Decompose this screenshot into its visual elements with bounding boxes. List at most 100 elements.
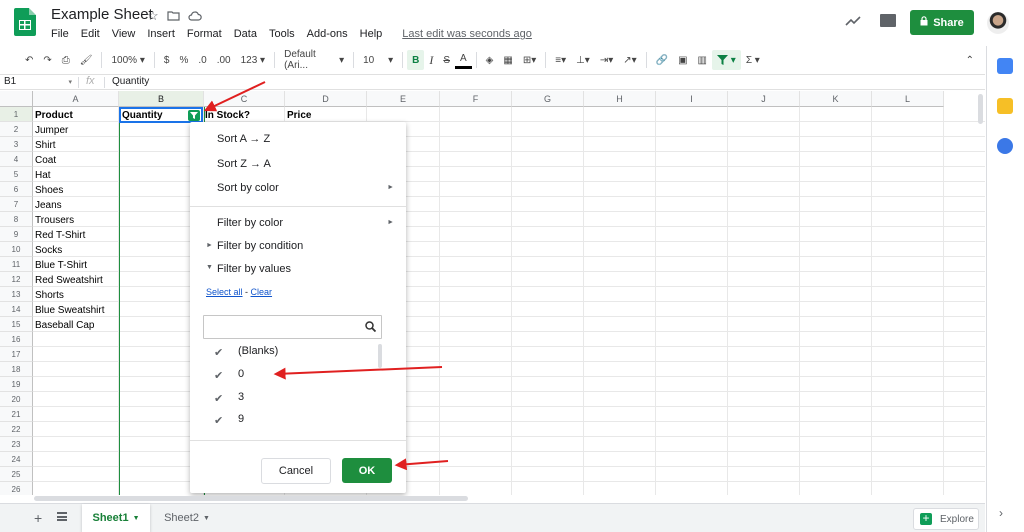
row-header-8[interactable]: 8 xyxy=(0,212,33,227)
cell-a7[interactable]: Jeans xyxy=(33,198,62,213)
menu-help[interactable]: Help xyxy=(360,28,383,40)
row-header-19[interactable]: 19 xyxy=(0,377,33,392)
column-header-f[interactable]: F xyxy=(440,91,512,107)
move-folder-icon[interactable] xyxy=(167,9,180,24)
menu-format[interactable]: Format xyxy=(187,28,222,40)
cell-a8[interactable]: Trousers xyxy=(33,213,74,228)
avatar[interactable] xyxy=(987,12,1009,34)
column-header-l[interactable]: L xyxy=(872,91,944,107)
filter-by-values-item[interactable]: Filter by values xyxy=(217,260,291,278)
text-color-button[interactable]: A xyxy=(455,51,472,69)
tab-sheet2[interactable]: Sheet2 ▼ xyxy=(158,504,216,532)
last-edit-link[interactable]: Last edit was seconds ago xyxy=(402,28,532,40)
row-header-18[interactable]: 18 xyxy=(0,362,33,377)
row-header-16[interactable]: 16 xyxy=(0,332,33,347)
menu-insert[interactable]: Insert xyxy=(147,28,175,40)
vertical-scrollbar[interactable] xyxy=(978,94,983,124)
ok-button[interactable]: OK xyxy=(342,458,392,483)
menu-data[interactable]: Data xyxy=(234,28,257,40)
cell-a2[interactable]: Jumper xyxy=(33,123,68,138)
name-box[interactable]: B1 ▾ xyxy=(4,76,72,87)
row-header-10[interactable]: 10 xyxy=(0,242,33,257)
collapse-toolbar-icon[interactable]: ⌃ xyxy=(961,50,979,70)
document-title[interactable]: Example Sheet xyxy=(51,6,153,23)
increase-decimal-button[interactable]: .00 xyxy=(212,50,236,70)
column-header-b[interactable]: B xyxy=(119,91,204,107)
cell-a5[interactable]: Hat xyxy=(33,168,51,183)
row-header-26[interactable]: 26 xyxy=(0,482,33,495)
cell-a12[interactable]: Red Sweatshirt xyxy=(33,273,103,288)
print-icon[interactable]: ⎙ xyxy=(57,50,75,70)
menu-view[interactable]: View xyxy=(112,28,136,40)
row-header-23[interactable]: 23 xyxy=(0,437,33,452)
column-header-e[interactable]: E xyxy=(367,91,440,107)
sort-by-color-item[interactable]: Sort by color xyxy=(217,179,397,197)
horizontal-scrollbar[interactable] xyxy=(34,496,468,501)
merge-cells-icon[interactable]: ⊞▾ xyxy=(518,50,541,70)
calendar-icon[interactable] xyxy=(997,58,1013,74)
currency-format-button[interactable]: $ xyxy=(159,50,175,70)
cloud-saved-icon[interactable] xyxy=(188,9,202,24)
text-rotation-icon[interactable]: ↗▾ xyxy=(618,50,641,70)
functions-select[interactable]: Σ ▾ xyxy=(741,50,765,70)
tasks-icon[interactable] xyxy=(997,138,1013,154)
strikethrough-button[interactable]: S xyxy=(438,50,455,70)
row-header-5[interactable]: 5 xyxy=(0,167,33,182)
row-header-9[interactable]: 9 xyxy=(0,227,33,242)
row-header-21[interactable]: 21 xyxy=(0,407,33,422)
cancel-button[interactable]: Cancel xyxy=(261,458,331,484)
column-header-g[interactable]: G xyxy=(512,91,584,107)
filter-by-color-item[interactable]: Filter by color xyxy=(217,214,283,232)
italic-button[interactable]: I xyxy=(424,50,438,70)
filter-icon[interactable]: ▾ xyxy=(712,50,741,70)
font-size-select[interactable]: 10 ▾ xyxy=(358,50,398,70)
row-header-13[interactable]: 13 xyxy=(0,287,33,302)
all-sheets-icon[interactable] xyxy=(57,512,67,521)
bold-button[interactable]: B xyxy=(407,50,425,70)
row-header-22[interactable]: 22 xyxy=(0,422,33,437)
row-header-4[interactable]: 4 xyxy=(0,152,33,167)
row-header-3[interactable]: 3 xyxy=(0,137,33,152)
comment-history-icon[interactable] xyxy=(880,14,896,27)
column-header-i[interactable]: I xyxy=(656,91,728,107)
paint-format-icon[interactable]: 🖌 xyxy=(75,50,98,70)
column-header-k[interactable]: K xyxy=(800,91,872,107)
insert-chart-icon[interactable]: ▥ xyxy=(693,50,712,70)
cell-a10[interactable]: Socks xyxy=(33,243,62,258)
cell-a1[interactable]: Product xyxy=(33,108,73,123)
activity-dashboard-icon[interactable] xyxy=(845,14,861,32)
cell-a14[interactable]: Blue Sweatshirt xyxy=(33,303,104,318)
row-header-6[interactable]: 6 xyxy=(0,182,33,197)
share-button[interactable]: Share xyxy=(910,10,974,35)
more-formats-select[interactable]: 123 ▾ xyxy=(236,50,271,70)
tab-sheet1[interactable]: Sheet1 ▼ xyxy=(82,504,150,532)
values-search-input[interactable] xyxy=(203,315,382,339)
menu-edit[interactable]: Edit xyxy=(81,28,100,40)
column-header-d[interactable]: D xyxy=(285,91,367,107)
column-filter-button[interactable] xyxy=(188,110,200,121)
values-scrollbar[interactable] xyxy=(378,344,382,368)
cell-d1[interactable]: Price xyxy=(285,108,311,123)
column-header-c[interactable]: C xyxy=(204,91,285,107)
add-sheet-icon[interactable]: + xyxy=(34,510,42,526)
select-all-link[interactable]: Select all xyxy=(206,287,243,297)
text-wrap-icon[interactable]: ⇥▾ xyxy=(595,50,618,70)
menu-tools[interactable]: Tools xyxy=(269,28,295,40)
row-header-12[interactable]: 12 xyxy=(0,272,33,287)
sort-z-a-item[interactable]: Sort Z → A xyxy=(217,155,271,173)
cell-a9[interactable]: Red T-Shirt xyxy=(33,228,85,243)
horizontal-align-icon[interactable]: ≡▾ xyxy=(550,50,571,70)
cell-c1[interactable]: In Stock? xyxy=(203,108,250,123)
column-header-h[interactable]: H xyxy=(584,91,656,107)
row-header-11[interactable]: 11 xyxy=(0,257,33,272)
keep-icon[interactable] xyxy=(997,98,1013,114)
cell-a4[interactable]: Coat xyxy=(33,153,56,168)
star-icon[interactable]: ☆ xyxy=(147,8,159,24)
expand-panel-icon[interactable]: › xyxy=(999,506,1003,520)
row-header-24[interactable]: 24 xyxy=(0,452,33,467)
row-header-14[interactable]: 14 xyxy=(0,302,33,317)
cell-a11[interactable]: Blue T-Shirt xyxy=(33,258,87,273)
column-header-a[interactable]: A xyxy=(33,91,119,107)
font-select[interactable]: Default (Ari... ▾ xyxy=(279,49,349,71)
insert-link-icon[interactable]: 🔗 xyxy=(651,50,673,70)
